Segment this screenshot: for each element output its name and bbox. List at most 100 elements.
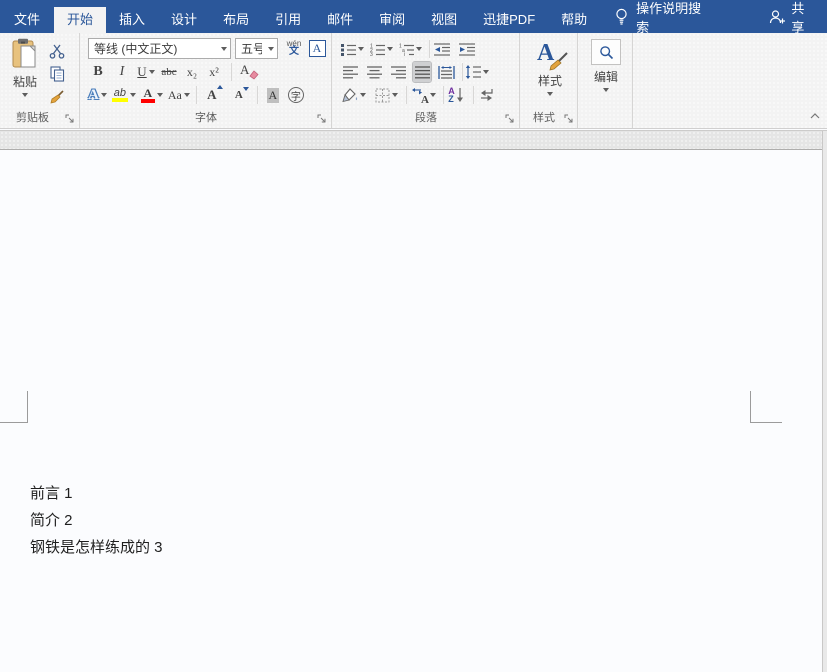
font-size-combobox[interactable]: 五号 (235, 38, 278, 59)
format-painter-icon (49, 89, 65, 105)
clear-formatting-button[interactable]: A (240, 62, 258, 82)
collapse-ribbon-icon[interactable] (810, 112, 820, 120)
ribbon-empty-area (634, 33, 827, 128)
increase-indent-button[interactable] (458, 39, 476, 59)
tab-help[interactable]: 帮助 (548, 7, 600, 33)
text-effects-button[interactable]: A (88, 85, 107, 105)
font-size-dropdown[interactable] (262, 39, 277, 58)
shading-button[interactable] (341, 85, 366, 105)
numbering-button[interactable]: 1 2 3 (370, 39, 393, 59)
font-dialog-launcher[interactable] (317, 114, 327, 124)
edit-button[interactable]: 编辑 (590, 39, 622, 92)
share-label: 共享 (791, 0, 816, 36)
clipboard-dialog-launcher[interactable] (65, 114, 75, 124)
asian-layout-button[interactable]: A (410, 85, 436, 105)
edit-dropdown-arrow[interactable] (603, 88, 609, 92)
change-case-button[interactable]: Aa (168, 85, 190, 105)
bold-button[interactable]: B (89, 62, 107, 82)
grow-font-button[interactable]: A (203, 85, 221, 105)
italic-button[interactable]: I (113, 62, 131, 82)
sort-button[interactable]: A Z (447, 85, 465, 105)
multilevel-list-icon: 1 a i (399, 43, 414, 56)
asian-layout-dropdown[interactable] (430, 93, 436, 97)
character-shading-icon: A (267, 88, 280, 103)
page-margin-cropmark-right (750, 391, 782, 423)
document-line[interactable]: 简介 2 (30, 507, 163, 534)
phonetic-guide-button[interactable]: wén 文 (283, 38, 305, 58)
distributed-button[interactable] (437, 62, 455, 82)
show-hide-marks-icon (479, 88, 494, 102)
tell-me-label: 操作说明搜索 (636, 0, 711, 36)
character-shading-button[interactable]: A (264, 85, 282, 105)
tab-home[interactable]: 开始 (54, 7, 106, 33)
line-spacing-dropdown[interactable] (483, 70, 489, 74)
align-left-button[interactable] (341, 62, 359, 82)
borders-dropdown[interactable] (392, 93, 398, 97)
justify-icon (415, 66, 430, 79)
bullets-icon (341, 43, 356, 56)
tell-me[interactable]: 操作说明搜索 (614, 0, 711, 36)
document-line[interactable]: 前言 1 (30, 480, 163, 507)
subscript-button[interactable]: x₂ (183, 62, 201, 82)
paste-dropdown-arrow[interactable] (22, 93, 28, 97)
underline-dropdown[interactable] (149, 70, 155, 74)
font-size-value: 五号 (241, 40, 262, 57)
font-name-combobox[interactable]: 等线 (中文正文) (88, 38, 231, 59)
shading-dropdown[interactable] (360, 93, 366, 97)
document-line[interactable]: 钢铁是怎样练成的 3 (30, 534, 163, 561)
enclose-characters-button[interactable]: 字 (287, 85, 305, 105)
tab-insert[interactable]: 插入 (106, 7, 158, 33)
cut-button[interactable] (48, 41, 66, 61)
align-right-icon (391, 66, 406, 79)
numbering-dropdown[interactable] (387, 47, 393, 51)
tab-layout[interactable]: 布局 (210, 7, 262, 33)
font-name-dropdown[interactable] (215, 39, 230, 58)
multilevel-list-button[interactable]: 1 a i (399, 39, 422, 59)
underline-button[interactable]: U (137, 62, 155, 82)
bullets-dropdown[interactable] (358, 47, 364, 51)
text-effects-icon: A (88, 87, 99, 104)
shrink-font-button[interactable]: A (230, 85, 248, 105)
character-border-icon: A (309, 40, 326, 57)
character-border-button[interactable]: A (308, 38, 326, 58)
svg-text:3: 3 (370, 52, 373, 56)
line-spacing-icon (465, 65, 481, 79)
tab-file[interactable]: 文件 (0, 7, 54, 33)
word-window: { "colors": { "titlebar_blue": "#2b579a"… (0, 0, 827, 672)
font-color-dropdown[interactable] (157, 93, 163, 97)
line-spacing-button[interactable] (465, 62, 489, 82)
tab-mailings[interactable]: 邮件 (314, 7, 366, 33)
document-page[interactable]: 前言 1 简介 2 钢铁是怎样练成的 3 (0, 151, 822, 672)
superscript-button[interactable]: x² (205, 62, 223, 82)
align-center-button[interactable] (365, 62, 383, 82)
copy-button[interactable] (48, 64, 66, 84)
highlight-button[interactable]: ab (112, 85, 136, 105)
borders-button[interactable] (375, 85, 398, 105)
format-painter-button[interactable] (48, 87, 66, 107)
styles-dropdown-arrow[interactable] (547, 92, 553, 96)
multilevel-list-dropdown[interactable] (416, 47, 422, 51)
tab-pdf[interactable]: 迅捷PDF (470, 7, 548, 33)
tab-design[interactable]: 设计 (158, 7, 210, 33)
sort-icon: A Z (448, 87, 455, 103)
bullets-button[interactable] (341, 39, 364, 59)
styles-button[interactable]: A 样式 (532, 39, 568, 96)
text-effects-dropdown[interactable] (101, 93, 107, 97)
font-color-button[interactable]: A (141, 85, 163, 105)
styles-dialog-launcher[interactable] (564, 114, 574, 124)
tab-references[interactable]: 引用 (262, 7, 314, 33)
show-hide-marks-button[interactable] (477, 85, 495, 105)
justify-button[interactable] (413, 62, 431, 82)
document-text: 前言 1 简介 2 钢铁是怎样练成的 3 (30, 480, 163, 561)
share-button[interactable]: 共享 (769, 0, 816, 36)
tab-view[interactable]: 视图 (418, 7, 470, 33)
paragraph-dialog-launcher[interactable] (505, 114, 515, 124)
decrease-indent-button[interactable] (433, 39, 451, 59)
tab-review[interactable]: 审阅 (366, 7, 418, 33)
highlight-dropdown[interactable] (130, 93, 136, 97)
strikethrough-button[interactable]: abc (160, 62, 178, 82)
paste-button[interactable]: 粘贴 (7, 38, 43, 97)
align-right-button[interactable] (389, 62, 407, 82)
change-case-dropdown[interactable] (184, 93, 190, 97)
distributed-icon (438, 65, 455, 80)
